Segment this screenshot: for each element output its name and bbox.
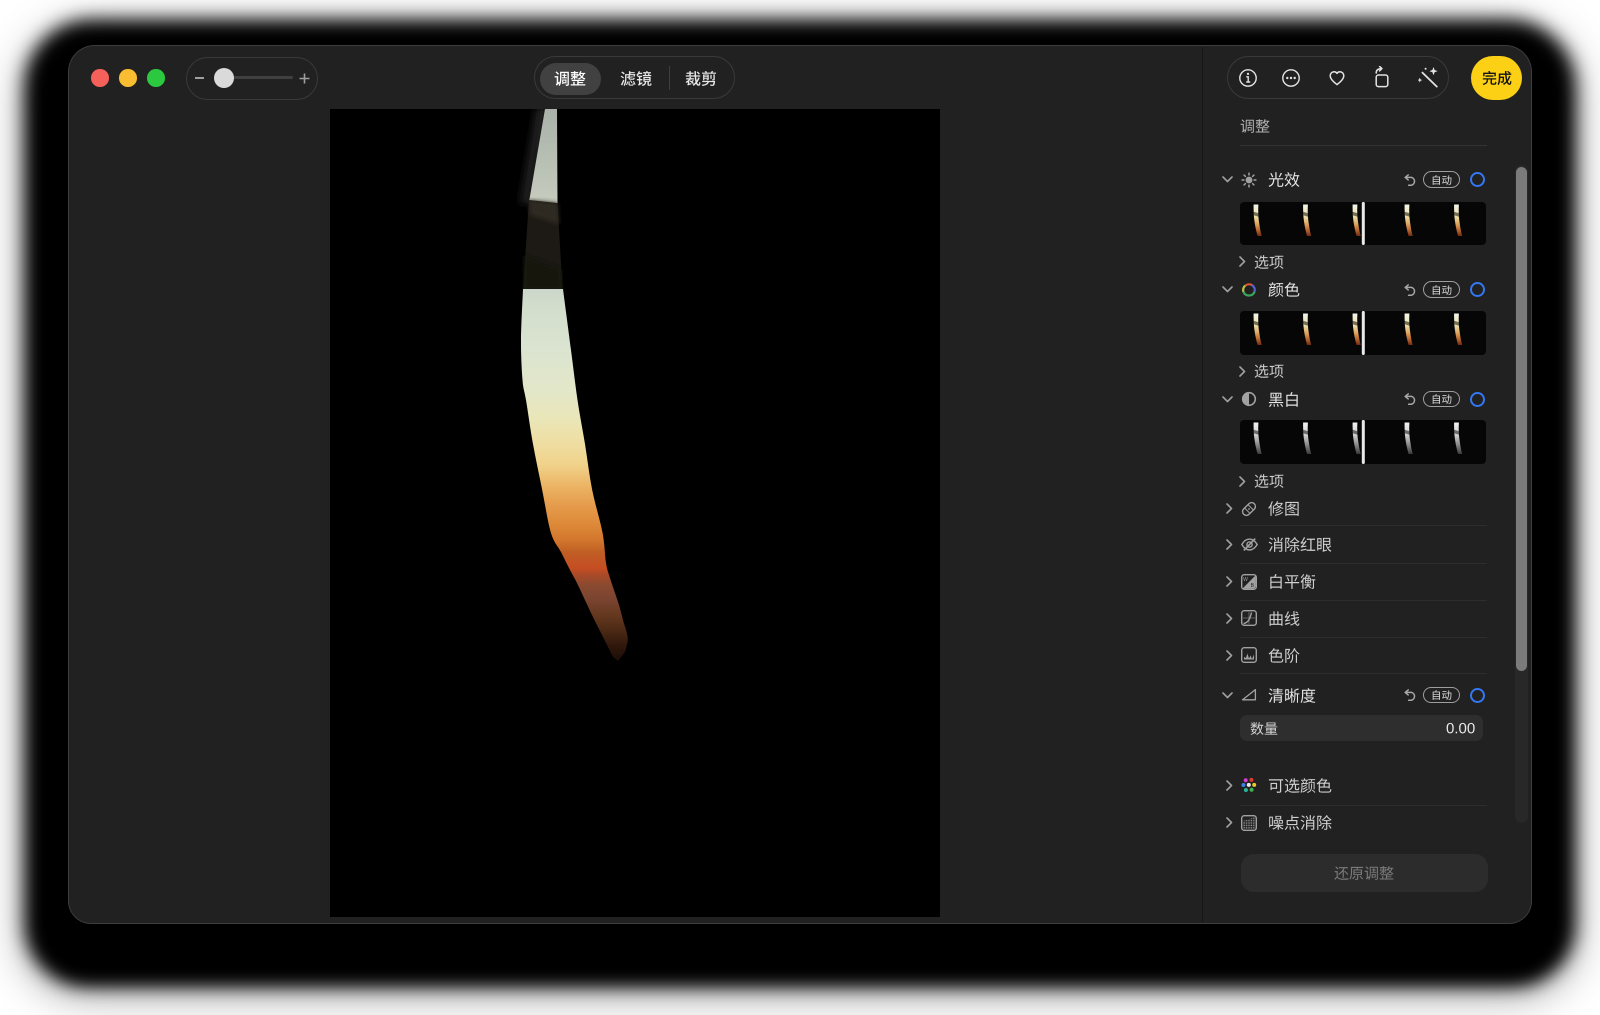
svg-text:W: W — [1243, 576, 1248, 582]
